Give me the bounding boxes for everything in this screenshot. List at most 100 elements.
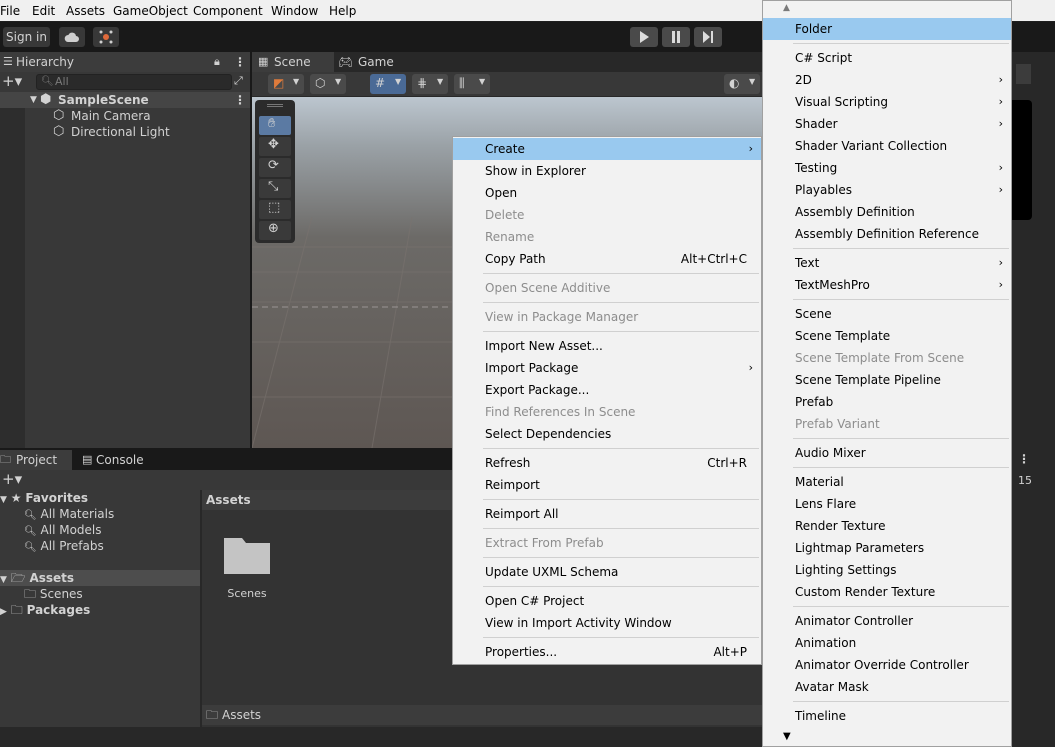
create-menu-item-c-script[interactable]: C# Script: [763, 47, 1011, 69]
snap-toggle[interactable]: # ▼: [370, 74, 406, 94]
camera-dropdown[interactable]: ◐ ▼: [724, 74, 760, 94]
context-menu-item-reimport-all[interactable]: Reimport All: [453, 503, 761, 525]
create-menu-item-testing[interactable]: Testing ›: [763, 157, 1011, 179]
create-menu-item-custom-render-texture[interactable]: Custom Render Texture: [763, 581, 1011, 603]
context-menu-item-update-uxml-schema[interactable]: Update UXML Schema: [453, 561, 761, 583]
rotate-tool-button[interactable]: ⟳: [259, 158, 291, 177]
create-menu-item-2d[interactable]: 2D ›: [763, 69, 1011, 91]
scene-more-icon[interactable]: ⋮: [234, 92, 246, 108]
context-menu-item-create[interactable]: Create ›: [453, 138, 761, 160]
scroll-up-arrow-icon[interactable]: ▲: [783, 3, 790, 13]
create-menu-item-text[interactable]: Text ›: [763, 252, 1011, 274]
transform-tool-button[interactable]: ⊕: [259, 221, 291, 240]
create-menu-item-lighting-settings[interactable]: Lighting Settings: [763, 559, 1011, 581]
tree-item-packages[interactable]: ▶ 🗀 Packages: [0, 602, 90, 618]
create-menu-item-assembly-definition[interactable]: Assembly Definition: [763, 201, 1011, 223]
tree-item-favorites[interactable]: ▼ ★ Favorites: [0, 490, 88, 506]
more-options-icon[interactable]: ⋮: [1018, 452, 1030, 466]
menu-shortcut: Alt+Ctrl+C: [680, 252, 747, 266]
expand-icon[interactable]: ⤢: [234, 74, 243, 88]
context-menu-item-view-in-import-activity-window[interactable]: View in Import Activity Window: [453, 612, 761, 634]
tab-game[interactable]: 🎮︎ Game: [336, 52, 406, 72]
create-menu-item-textmeshpro[interactable]: TextMeshPro ›: [763, 274, 1011, 296]
context-menu-item-reimport[interactable]: Reimport: [453, 474, 761, 496]
menu-assets[interactable]: Assets: [66, 4, 105, 18]
context-menu-item-export-package[interactable]: Export Package...: [453, 379, 761, 401]
increment-snap-dropdown[interactable]: ⫼ ▼: [454, 74, 490, 94]
menu-edit[interactable]: Edit: [32, 4, 55, 18]
foldout-arrow-icon[interactable]: ▼: [30, 92, 37, 108]
create-menu-item-prefab[interactable]: Prefab: [763, 391, 1011, 413]
tab-console[interactable]: ▤ Console: [80, 450, 160, 470]
context-menu-item-show-in-explorer[interactable]: Show in Explorer: [453, 160, 761, 182]
render-mode-dropdown[interactable]: ⬡ ▼: [310, 74, 346, 94]
create-menu-item-scene-template-pipeline[interactable]: Scene Template Pipeline: [763, 369, 1011, 391]
menu-window[interactable]: Window: [271, 4, 318, 18]
create-menu-item-visual-scripting[interactable]: Visual Scripting ›: [763, 91, 1011, 113]
scroll-down-arrow-icon[interactable]: ▼: [783, 731, 791, 742]
tree-item[interactable]: 🔍︎ All Materials: [24, 506, 114, 522]
create-menu-item-render-texture[interactable]: Render Texture: [763, 515, 1011, 537]
context-menu-item-open-c-project[interactable]: Open C# Project: [453, 590, 761, 612]
more-options-icon[interactable]: ⋮: [234, 52, 246, 72]
drag-handle[interactable]: [267, 104, 283, 107]
tree-item[interactable]: 🗀 Scenes: [24, 586, 83, 602]
cloud-button[interactable]: [59, 27, 85, 47]
pause-button[interactable]: [662, 27, 690, 47]
create-menu-item-lens-flare[interactable]: Lens Flare: [763, 493, 1011, 515]
grid-snap-dropdown[interactable]: ⋕ ▼: [412, 74, 448, 94]
create-menu-item-shader[interactable]: Shader ›: [763, 113, 1011, 135]
draw-mode-dropdown[interactable]: ◩ ▼: [268, 74, 304, 94]
scene-gizmo[interactable]: [1012, 100, 1032, 220]
context-menu-item-select-dependencies[interactable]: Select Dependencies: [453, 423, 761, 445]
create-menu-item-assembly-definition-reference[interactable]: Assembly Definition Reference: [763, 223, 1011, 245]
play-button[interactable]: [630, 27, 658, 47]
context-menu-item-import-package[interactable]: Import Package ›: [453, 357, 761, 379]
create-asset-button[interactable]: +▾: [2, 470, 22, 488]
lock-icon[interactable]: 🔒︎: [214, 52, 220, 72]
context-menu-item-import-new-asset[interactable]: Import New Asset...: [453, 335, 761, 357]
grid-item[interactable]: Scenes: [222, 532, 272, 602]
create-menu-item-folder[interactable]: Folder: [763, 18, 1011, 40]
create-menu-item-material[interactable]: Material: [763, 471, 1011, 493]
create-menu-item-playables[interactable]: Playables ›: [763, 179, 1011, 201]
create-menu-item-animator-controller[interactable]: Animator Controller: [763, 610, 1011, 632]
rect-tool-button[interactable]: ⬚: [259, 200, 291, 219]
menu-file[interactable]: File: [0, 4, 20, 18]
tab-hierarchy[interactable]: ☰ Hierarchy 🔒︎ ⋮: [0, 52, 250, 72]
hierarchy-item[interactable]: ⬡ Main Camera: [0, 108, 250, 124]
tree-item[interactable]: 🔍︎ All Prefabs: [24, 538, 104, 554]
hand-tool-button[interactable]: ✋︎: [259, 116, 291, 135]
create-menu-item-animator-override-controller[interactable]: Animator Override Controller: [763, 654, 1011, 676]
tree-item[interactable]: 🔍︎ All Models: [24, 522, 102, 538]
create-menu-item-scene-template[interactable]: Scene Template: [763, 325, 1011, 347]
scene-row[interactable]: ▼ ⬢ SampleScene ⋮: [0, 92, 250, 108]
menu-component[interactable]: Component: [193, 4, 263, 18]
move-tool-button[interactable]: ✥: [259, 137, 291, 156]
create-menu-item-shader-variant-collection[interactable]: Shader Variant Collection: [763, 135, 1011, 157]
add-object-button[interactable]: +▾: [2, 72, 22, 90]
context-menu-item-open[interactable]: Open: [453, 182, 761, 204]
menu-gameobject[interactable]: GameObject: [113, 4, 188, 18]
menu-item-label: Create: [485, 142, 525, 156]
create-menu-item-animation[interactable]: Animation: [763, 632, 1011, 654]
create-menu-item-audio-mixer[interactable]: Audio Mixer: [763, 442, 1011, 464]
create-menu-item-lightmap-parameters[interactable]: Lightmap Parameters: [763, 537, 1011, 559]
hierarchy-item[interactable]: ⬡ Directional Light: [0, 124, 250, 140]
collab-button[interactable]: [93, 27, 119, 47]
step-button[interactable]: [694, 27, 722, 47]
create-menu-item-timeline[interactable]: Timeline: [763, 705, 1011, 727]
create-menu-item-scene[interactable]: Scene: [763, 303, 1011, 325]
menu-help[interactable]: Help: [329, 4, 356, 18]
create-menu-item-avatar-mask[interactable]: Avatar Mask: [763, 676, 1011, 698]
context-menu-item-copy-path[interactable]: Copy Path Alt+Ctrl+C: [453, 248, 761, 270]
layout-button[interactable]: [1016, 64, 1031, 84]
scale-tool-button[interactable]: ⤡: [259, 179, 291, 198]
tree-item-assets[interactable]: ▼ 🗁 Assets: [0, 570, 200, 586]
hierarchy-search-input[interactable]: 🔍︎ All: [36, 74, 232, 90]
sign-in-button[interactable]: Sign in: [3, 27, 50, 47]
context-menu-item-refresh[interactable]: Refresh Ctrl+R: [453, 452, 761, 474]
tab-scene[interactable]: ▦ Scene: [252, 52, 334, 72]
context-menu-item-properties[interactable]: Properties... Alt+P: [453, 641, 761, 663]
tab-project[interactable]: 🗀 Project: [0, 450, 72, 470]
